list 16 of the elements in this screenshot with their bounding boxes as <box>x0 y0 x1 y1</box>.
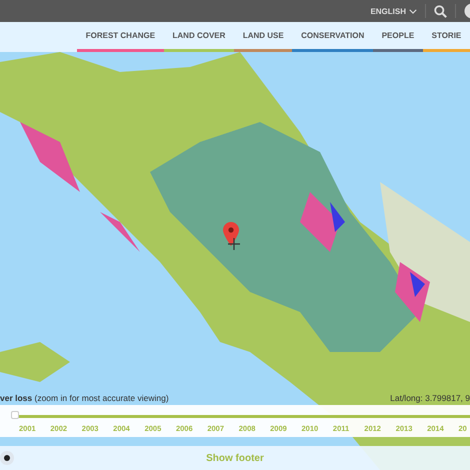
show-footer-button[interactable]: Show footer <box>14 452 456 464</box>
nav-tab[interactable]: PEOPLE <box>373 22 423 52</box>
coordinates-text: Lat/long: 3.799817, 9 <box>390 393 470 403</box>
crosshair-icon <box>228 238 240 250</box>
nav-tab[interactable]: FOREST CHANGE <box>77 22 164 52</box>
search-icon[interactable] <box>434 4 447 18</box>
timeline-handle[interactable] <box>11 411 19 419</box>
nav-tab[interactable]: CONSERVATION <box>292 22 373 52</box>
map-pin-icon[interactable] <box>223 222 239 246</box>
nav-tab[interactable]: LAND USE <box>234 22 292 52</box>
nav-tab[interactable]: STORIE <box>422 22 470 52</box>
language-dropdown[interactable]: ENGLISH <box>370 6 417 16</box>
toggle-button[interactable] <box>0 451 14 465</box>
caret-icon <box>409 8 417 14</box>
nav-tab[interactable]: LAND COVER <box>164 22 234 52</box>
legend-text: ver loss (zoom in for most accurate viewing) <box>0 393 169 403</box>
